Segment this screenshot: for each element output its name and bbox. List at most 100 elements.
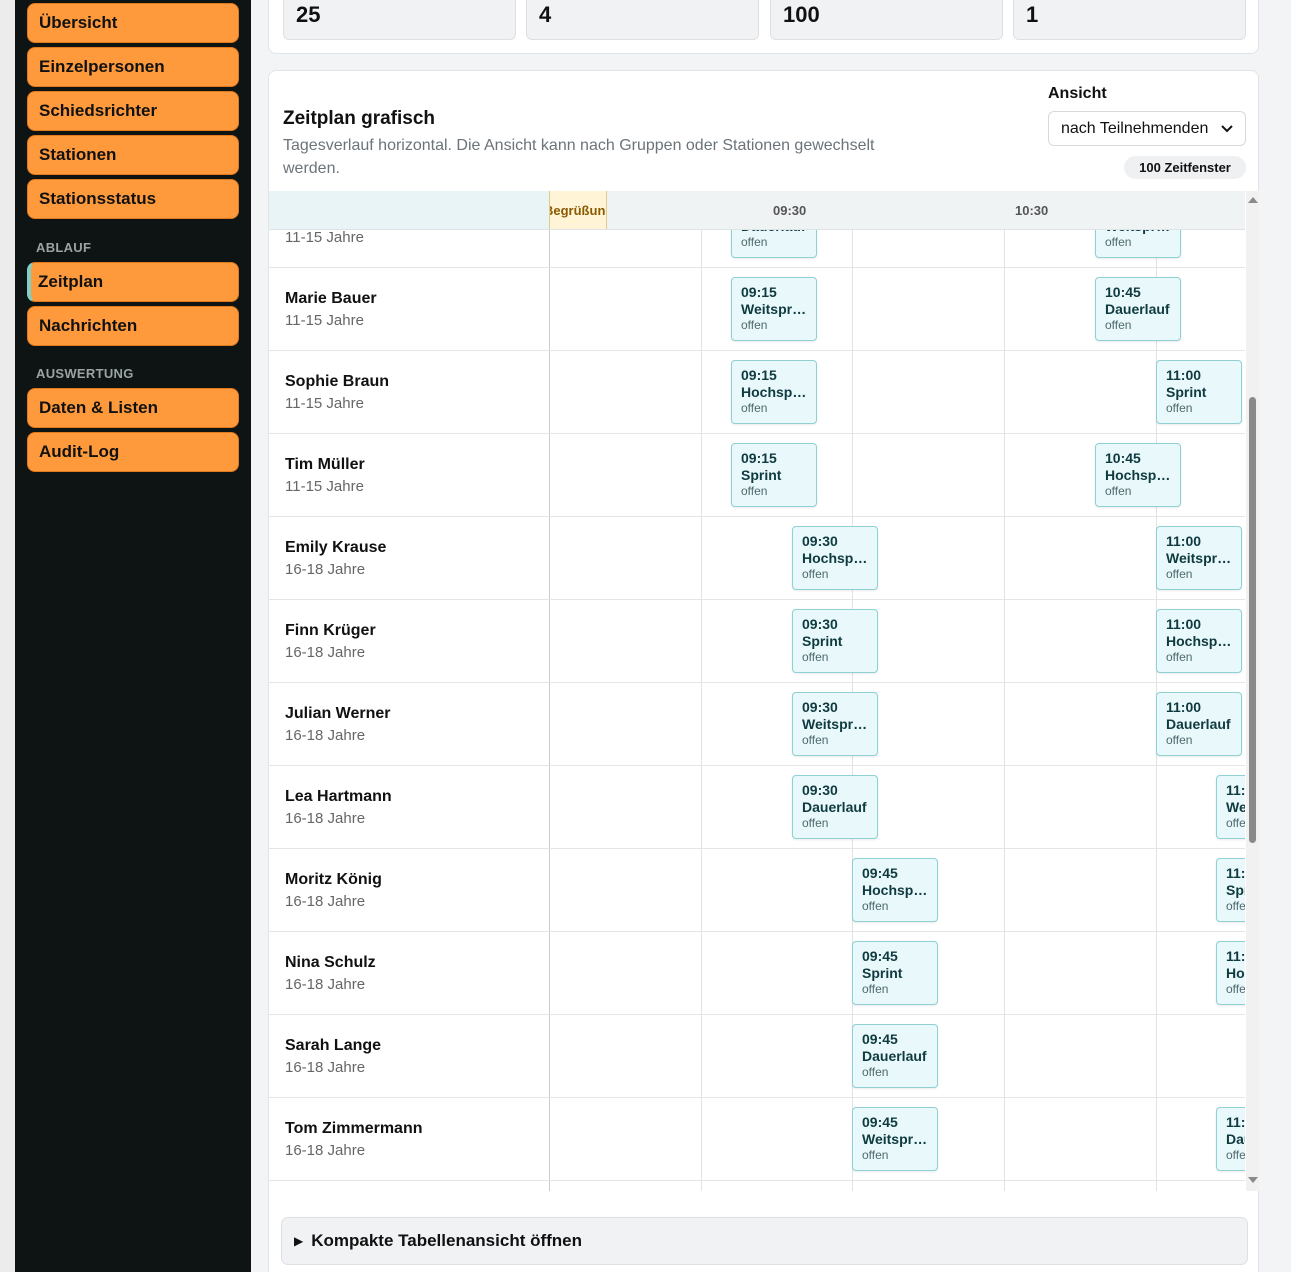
participant-group: 16-18 Jahre <box>285 810 366 827</box>
slot-status: offen <box>1105 318 1132 332</box>
stat-box: 100 <box>770 0 1003 40</box>
participant-name: Emily Krause <box>285 539 387 556</box>
schedule-slot[interactable]: 09:30Weitsprungoffen <box>792 692 878 756</box>
schedule-slot[interactable]: 11:00 Dauerlauf offen <box>1156 692 1242 756</box>
nav-daten-listen[interactable]: Daten & Listen <box>27 388 239 428</box>
slot-time: 11:15 <box>1226 1114 1245 1130</box>
participant-name: Moritz König <box>285 871 382 888</box>
participant-name: Sophie Braun <box>285 373 390 390</box>
slot-status: offen <box>741 235 768 249</box>
compact-table-label: Kompakte Tabellenansicht öffnen <box>311 1231 583 1250</box>
participant-group: 16-18 Jahre <box>285 1059 366 1076</box>
window-edge <box>0 0 15 1272</box>
nav-schiedsrichter[interactable]: Schiedsrichter <box>27 91 239 131</box>
slot-station: Hochsprung <box>1166 633 1232 649</box>
scroll-down-icon[interactable] <box>1248 1177 1258 1183</box>
section-ablauf: ABLAUF <box>36 240 92 255</box>
timeline-header: Begrüßung 09:30 10:30 <box>269 191 1245 230</box>
participant-group: 11-15 Jahre <box>285 312 364 329</box>
slot-status: offen <box>1105 484 1132 498</box>
slot-station: Dauerlauf <box>1105 301 1170 317</box>
timeline[interactable]: Begrüßung 09:30 10:30 11-15 Jahre 09:15Da… <box>269 191 1259 1191</box>
schedule-slot[interactable]: 11:15Hochsprungoffen <box>1216 941 1245 1005</box>
schedule-slot[interactable]: 09:15Weitsprungoffen <box>731 277 817 341</box>
participant-row: Marie Bauer 11-15 Jahre 09:15Weitsprungoff… <box>269 268 1245 351</box>
participant-row: 11-15 Jahre 09:15Dauerlaufoffen 10:45Weits… <box>269 230 1245 268</box>
schedule-slot[interactable]: 09:45Weitsprungoffen <box>852 1107 938 1171</box>
vertical-scroll-thumb[interactable] <box>1249 397 1256 843</box>
schedule-slot[interactable]: 09:30 Sprint offen <box>792 609 878 673</box>
slot-station: Sprint <box>741 467 782 483</box>
slot-status: offen <box>862 1065 889 1079</box>
slot-station: Sprint <box>802 633 843 649</box>
stat-box: 4 <box>526 0 759 40</box>
nav-stationen[interactable]: Stationen <box>27 135 239 175</box>
nav-zeitplan[interactable]: Zeitplan <box>27 262 239 302</box>
schedule-slot[interactable]: 11:15Sprintoffen <box>1216 858 1245 922</box>
schedule-slot[interactable]: 11:00 Sprint offen <box>1156 360 1242 424</box>
schedule-slot[interactable]: 09:45Hochsprungoffen <box>852 858 938 922</box>
view-select[interactable]: nach Teilnehmenden <box>1048 111 1246 146</box>
schedule-slot[interactable]: 09:15Dauerlaufoffen <box>731 230 817 258</box>
participant-name: Sarah Lange <box>285 1037 382 1054</box>
timeline-body: 11-15 Jahre 09:15Dauerlaufoffen 10:45Weits… <box>269 230 1245 1191</box>
view-label: Ansicht <box>1048 85 1107 102</box>
participant-row: Moritz König16-18 Jahre09:45Hochsprungof… <box>269 849 1245 932</box>
nav-uebersicht[interactable]: Übersicht <box>27 3 239 43</box>
slot-status: offen <box>1226 816 1245 830</box>
section-auswertung: AUSWERTUNG <box>36 366 134 381</box>
slot-station: Weitsprung <box>741 301 807 317</box>
schedule-slot[interactable]: 09:15 Sprint offen <box>731 443 817 507</box>
slot-status: offen <box>802 816 829 830</box>
slot-time: 11:15 <box>1226 782 1245 798</box>
participant-name: Marie Bauer <box>285 290 377 307</box>
participant-name: Tim Müller <box>285 456 365 473</box>
disclosure-triangle-icon: ▶ <box>294 1234 304 1248</box>
schedule-slot[interactable]: 09:30 Dauerlauf offen <box>792 775 878 839</box>
schedule-slot[interactable]: 11:00Weitsprungoffen <box>1156 526 1242 590</box>
slot-station: Sprint <box>1166 384 1207 400</box>
schedule-card: Zeitplan grafisch Tagesverlauf horizonta… <box>268 70 1259 1272</box>
slot-station: Dauerlauf <box>802 799 867 815</box>
participant-row: Sophie Braun11-15 Jahre09:15Hochsprungof… <box>269 351 1245 434</box>
schedule-slot[interactable]: 10:45Weitsprungoffen <box>1095 230 1181 258</box>
scroll-up-icon[interactable] <box>1248 197 1258 203</box>
slot-status: offen <box>802 567 829 581</box>
schedule-slot[interactable]: 11:15Weitsprungoffen <box>1216 775 1245 839</box>
schedule-slot[interactable]: 09:45 Dauerlauf offen <box>852 1024 938 1088</box>
schedule-slot[interactable]: 11:00Hochsprungoffen <box>1156 609 1242 673</box>
slot-station: Dauerlauf <box>1226 1131 1245 1147</box>
slot-station: Hochsprung <box>741 384 807 400</box>
slot-status: offen <box>1166 733 1193 747</box>
slot-status: offen <box>741 318 768 332</box>
vertical-scrollbar[interactable] <box>1246 191 1259 1191</box>
schedule-slot[interactable]: 10:45Hochsprungoffen <box>1095 443 1181 507</box>
slot-station: Sprint <box>1226 882 1245 898</box>
participant-row: Julian Werner16-18 Jahre09:30Weitsprungo… <box>269 683 1245 766</box>
slot-station: Weitsprung <box>802 716 868 732</box>
participant-group: 11-15 Jahre <box>285 478 364 495</box>
stat-box: 1 <box>1013 0 1246 40</box>
participant-row: Nina Schulz 16-18 Jahre 09:45 Sprint offen 11… <box>269 932 1245 1015</box>
slot-station: Weitsprung <box>1226 799 1245 815</box>
nav-stationsstatus[interactable]: Stationsstatus <box>27 179 239 219</box>
nav-einzelpersonen[interactable]: Einzelpersonen <box>27 47 239 87</box>
participant-row: Emily Krause16-18 Jahre09:30Hochsprungof… <box>269 517 1245 600</box>
slot-time: 09:30 <box>802 616 838 632</box>
slot-station: Hochsprung <box>802 550 868 566</box>
nav-nachrichten[interactable]: Nachrichten <box>27 306 239 346</box>
slot-station: Hochsprung <box>1105 467 1171 483</box>
participant-group: 16-18 Jahre <box>285 1142 366 1159</box>
schedule-slot[interactable]: 11:15Dauerlaufoffen <box>1216 1107 1245 1171</box>
schedule-slot[interactable]: 09:45 Sprint offen <box>852 941 938 1005</box>
slot-status: offen <box>1105 235 1132 249</box>
schedule-slot[interactable]: 09:30Hochsprungoffen <box>792 526 878 590</box>
compact-table-toggle[interactable]: ▶ Kompakte Tabellenansicht öffnen <box>281 1217 1248 1265</box>
slot-status: offen <box>802 733 829 747</box>
slot-time: 09:45 <box>862 865 898 881</box>
schedule-slot[interactable]: 09:15Hochsprungoffen <box>731 360 817 424</box>
nav-audit-log[interactable]: Audit-Log <box>27 432 239 472</box>
slot-status: offen <box>1166 401 1193 415</box>
schedule-slot[interactable]: 10:45 Dauerlauf offen <box>1095 277 1181 341</box>
participant-name: Finn Krüger <box>285 622 376 639</box>
